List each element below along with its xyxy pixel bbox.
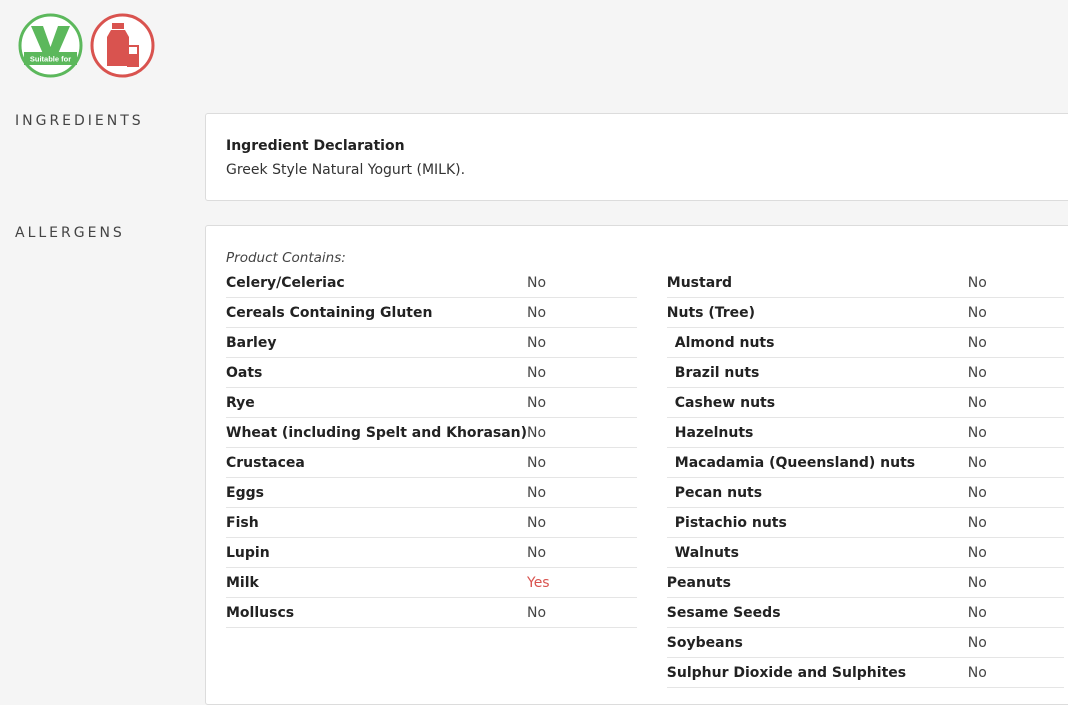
allergen-subrow: Almond nuts No <box>666 328 1064 358</box>
allergen-name: Hazelnuts <box>674 424 754 441</box>
allergen-row: Mustard No <box>666 268 1064 298</box>
allergen-subrow: Macadamia (Queensland) nuts No <box>666 448 1064 478</box>
allergen-column-left: Celery/Celeriac No Cereals Containing Glu… <box>226 268 637 688</box>
allergen-row: Celery/Celeriac No <box>226 268 637 298</box>
allergen-value: No <box>527 274 547 291</box>
allergens-heading: ALLERGENS <box>15 225 125 241</box>
allergen-name: Sesame Seeds <box>666 604 781 621</box>
allergen-subrow: Cashew nuts No <box>666 388 1064 418</box>
allergen-value: No <box>527 364 547 381</box>
allergen-subrow: Brazil nuts No <box>666 358 1064 388</box>
product-contains-label: Product Contains: <box>226 250 346 266</box>
ingredient-declaration-text: Greek Style Natural Yogurt (MILK). <box>226 162 466 178</box>
allergen-value: No <box>967 334 987 351</box>
allergen-value: No <box>527 304 547 321</box>
allergen-name: Soybeans <box>666 634 743 651</box>
allergen-value: No <box>967 424 987 441</box>
allergen-row: Eggs No <box>226 478 637 508</box>
allergen-value: No <box>967 364 987 381</box>
allergen-name: Fish <box>226 514 259 531</box>
allergen-name: Macadamia (Queensland) nuts <box>674 454 916 471</box>
allergen-value: No <box>967 574 987 591</box>
allergen-name: Walnuts <box>674 544 739 561</box>
allergen-row: Oats No <box>226 358 637 388</box>
ingredient-declaration-title: Ingredient Declaration <box>226 138 405 154</box>
allergen-name: Sulphur Dioxide and Sulphites <box>666 664 907 681</box>
allergen-name: Almond nuts <box>674 334 775 351</box>
allergen-name: Barley <box>226 334 277 351</box>
allergen-name: Cashew nuts <box>674 394 776 411</box>
allergen-subrow: Pecan nuts No <box>666 478 1064 508</box>
allergen-row: Nuts (Tree) No <box>666 298 1064 328</box>
allergen-value: No <box>967 274 987 291</box>
allergen-row: Rye No <box>226 388 637 418</box>
allergen-value: No <box>967 664 987 681</box>
allergen-value: No <box>967 394 987 411</box>
allergen-row: Wheat (including Spelt and Khorasan) No <box>226 418 637 448</box>
allergen-value: No <box>527 484 547 501</box>
vegetarian-icon: Suitable for <box>18 13 83 78</box>
allergen-value: No <box>527 454 547 471</box>
allergen-name: Celery/Celeriac <box>226 274 345 291</box>
allergen-row: Milk Yes <box>226 568 637 598</box>
allergen-value: No <box>527 334 547 351</box>
allergen-name: Mustard <box>666 274 733 291</box>
allergen-name: Pecan nuts <box>674 484 763 501</box>
allergen-name: Brazil nuts <box>674 364 760 381</box>
allergen-name: Nuts (Tree) <box>666 304 756 321</box>
allergen-value: No <box>967 484 987 501</box>
allergen-row: Barley No <box>226 328 637 358</box>
milk-icon <box>90 13 155 78</box>
allergen-name: Oats <box>226 364 263 381</box>
allergen-row: Cereals Containing Gluten No <box>226 298 637 328</box>
allergen-row: Lupin No <box>226 538 637 568</box>
allergen-value: No <box>527 424 547 441</box>
allergen-column-right: Mustard No Nuts (Tree) No Almond nuts No Br… <box>666 268 1064 688</box>
allergen-value-yes: Yes <box>527 574 550 591</box>
allergen-value: No <box>967 634 987 651</box>
allergen-value: No <box>527 544 547 561</box>
allergens-card: Product Contains: Celery/Celeriac No Cere… <box>205 225 1068 705</box>
allergen-value: No <box>967 544 987 561</box>
allergen-name: Lupin <box>226 544 270 561</box>
allergen-name: Crustacea <box>226 454 305 471</box>
allergen-columns: Celery/Celeriac No Cereals Containing Glu… <box>226 268 1064 688</box>
allergen-row: Molluscs No <box>226 598 637 628</box>
allergen-value: No <box>527 394 547 411</box>
dietary-badges: Suitable for <box>18 13 155 78</box>
allergen-subrow: Hazelnuts No <box>666 418 1064 448</box>
allergen-row: Crustacea No <box>226 448 637 478</box>
ingredients-heading: INGREDIENTS <box>15 113 144 129</box>
allergen-row: Peanuts No <box>666 568 1064 598</box>
vegetarian-badge-text: Suitable for <box>30 55 71 64</box>
allergen-name: Milk <box>226 574 259 591</box>
allergen-row: Fish No <box>226 508 637 538</box>
allergen-name: Eggs <box>226 484 264 501</box>
allergen-value: No <box>967 604 987 621</box>
allergen-name: Pistachio nuts <box>674 514 787 531</box>
allergen-name: Molluscs <box>226 604 295 621</box>
allergen-subrow: Pistachio nuts No <box>666 508 1064 538</box>
allergen-value: No <box>527 514 547 531</box>
allergen-subrow: Walnuts No <box>666 538 1064 568</box>
allergen-row: Sesame Seeds No <box>666 598 1064 628</box>
allergen-name: Rye <box>226 394 255 411</box>
allergen-value: No <box>527 604 547 621</box>
ingredients-card: Ingredient Declaration Greek Style Natur… <box>205 113 1068 201</box>
allergen-row: Soybeans No <box>666 628 1064 658</box>
allergen-name: Cereals Containing Gluten <box>226 304 433 321</box>
allergen-value: No <box>967 454 987 471</box>
allergen-name: Wheat (including Spelt and Khorasan) <box>226 424 528 441</box>
allergen-value: No <box>967 304 987 321</box>
allergen-name: Peanuts <box>666 574 731 591</box>
allergen-value: No <box>967 514 987 531</box>
allergen-row: Sulphur Dioxide and Sulphites No <box>666 658 1064 688</box>
